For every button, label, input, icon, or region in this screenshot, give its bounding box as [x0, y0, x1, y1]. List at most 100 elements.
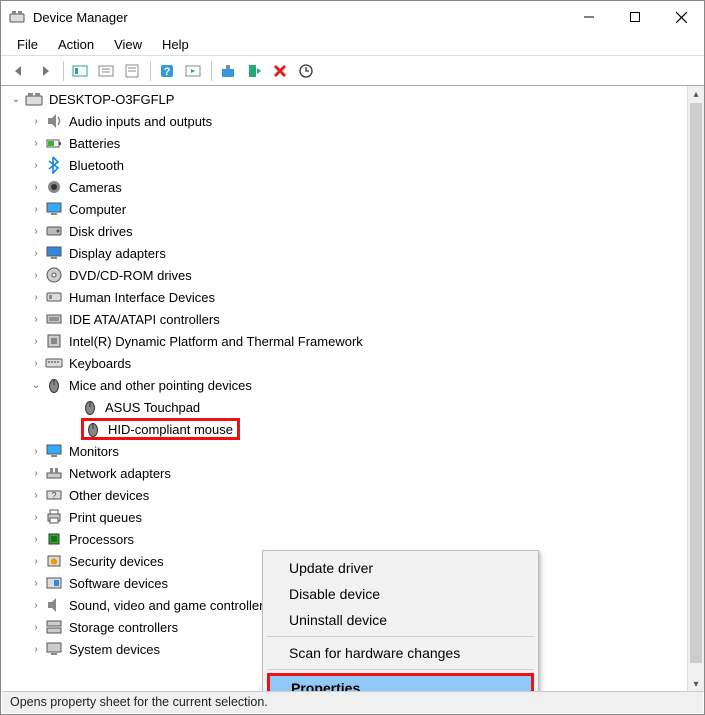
ctx-scan-hardware[interactable]: Scan for hardware changes: [265, 640, 536, 666]
tree-root-label: DESKTOP-O3FGFLP: [49, 92, 174, 107]
tree-item-label: Network adapters: [69, 466, 171, 481]
network-icon: [45, 464, 63, 482]
tree-category[interactable]: ›Audio inputs and outputs: [1, 110, 687, 132]
chevron-right-icon[interactable]: ›: [29, 444, 43, 458]
close-button[interactable]: [658, 1, 704, 33]
scan-button[interactable]: [94, 59, 118, 83]
tree-category[interactable]: ›Bluetooth: [1, 154, 687, 176]
ctx-uninstall-device[interactable]: Uninstall device: [265, 607, 536, 633]
tree-item-label: System devices: [69, 642, 160, 657]
chevron-right-icon[interactable]: ›: [29, 334, 43, 348]
chevron-right-icon[interactable]: ›: [29, 576, 43, 590]
properties-button[interactable]: [120, 59, 144, 83]
chevron-right-icon[interactable]: ›: [29, 356, 43, 370]
chevron-right-icon[interactable]: ›: [29, 642, 43, 656]
tree-root[interactable]: ⌄ DESKTOP-O3FGFLP: [1, 88, 687, 110]
scroll-thumb[interactable]: [690, 103, 702, 663]
back-button[interactable]: [7, 59, 31, 83]
forward-button[interactable]: [33, 59, 57, 83]
window-controls: [566, 1, 704, 33]
chevron-right-icon[interactable]: ›: [29, 180, 43, 194]
keyboard-icon: [45, 354, 63, 372]
chevron-right-icon[interactable]: ›: [29, 598, 43, 612]
chevron-right-icon[interactable]: ›: [29, 246, 43, 260]
menu-help[interactable]: Help: [152, 35, 199, 54]
scroll-track[interactable]: [688, 103, 704, 676]
menu-action[interactable]: Action: [48, 35, 104, 54]
show-hidden-button[interactable]: [68, 59, 92, 83]
tree-category[interactable]: ›DVD/CD-ROM drives: [1, 264, 687, 286]
tree-category[interactable]: ›Disk drives: [1, 220, 687, 242]
highlight-box: HID-compliant mouse: [81, 418, 240, 440]
ctx-separator: [267, 669, 534, 670]
toolbar-separator: [211, 61, 212, 81]
storage-icon: [45, 618, 63, 636]
tree-device-hid-mouse[interactable]: › HID-compliant mouse: [1, 418, 687, 440]
menu-view[interactable]: View: [104, 35, 152, 54]
tree-item-label: Monitors: [69, 444, 119, 459]
chevron-right-icon[interactable]: ›: [29, 114, 43, 128]
update-driver-button[interactable]: [181, 59, 205, 83]
titlebar: Device Manager: [1, 1, 704, 33]
tree-category[interactable]: › Network adapters: [1, 462, 687, 484]
ctx-disable-device[interactable]: Disable device: [265, 581, 536, 607]
help-button[interactable]: ?: [155, 59, 179, 83]
software-icon: [45, 574, 63, 592]
tree-category[interactable]: ›Human Interface Devices: [1, 286, 687, 308]
tree-category[interactable]: ›Intel(R) Dynamic Platform and Thermal F…: [1, 330, 687, 352]
chevron-right-icon[interactable]: ›: [29, 488, 43, 502]
chevron-right-icon[interactable]: ›: [29, 224, 43, 238]
tree-item-label: ASUS Touchpad: [105, 400, 200, 415]
tree-category-mice[interactable]: ⌄Mice and other pointing devices: [1, 374, 687, 396]
hid-icon: [45, 288, 63, 306]
thermal-icon: [45, 332, 63, 350]
tree-category[interactable]: ›Batteries: [1, 132, 687, 154]
vertical-scrollbar[interactable]: ▴ ▾: [687, 86, 704, 693]
scroll-up-icon[interactable]: ▴: [688, 86, 704, 103]
monitor-icon: [45, 442, 63, 460]
enable-button[interactable]: [216, 59, 240, 83]
svg-text:?: ?: [51, 491, 56, 501]
app-icon: [9, 9, 25, 25]
tree-item-label: Sound, video and game controllers: [69, 598, 270, 613]
tree-item-label: Print queues: [69, 510, 142, 525]
tree-category[interactable]: › Monitors: [1, 440, 687, 462]
tree-item-label: HID-compliant mouse: [108, 422, 233, 437]
chevron-right-icon[interactable]: ›: [29, 136, 43, 150]
chevron-right-icon[interactable]: ›: [29, 510, 43, 524]
tree-category[interactable]: ›?Other devices: [1, 484, 687, 506]
ctx-update-driver[interactable]: Update driver: [265, 555, 536, 581]
chevron-right-icon[interactable]: ›: [29, 532, 43, 546]
chevron-right-icon[interactable]: ›: [29, 268, 43, 282]
tree-item-label: Display adapters: [69, 246, 166, 261]
maximize-button[interactable]: [612, 1, 658, 33]
add-hardware-button[interactable]: [242, 59, 266, 83]
tree-category[interactable]: ›Cameras: [1, 176, 687, 198]
uninstall-button[interactable]: [268, 59, 292, 83]
chevron-down-icon[interactable]: ⌄: [9, 92, 23, 106]
tree-category[interactable]: ›Processors: [1, 528, 687, 550]
system-icon: [45, 640, 63, 658]
mouse-icon: [81, 398, 99, 416]
tree-category[interactable]: › Print queues: [1, 506, 687, 528]
chevron-right-icon[interactable]: ›: [29, 620, 43, 634]
tree-item-label: Storage controllers: [69, 620, 178, 635]
tree-device-asus-touchpad[interactable]: ›ASUS Touchpad: [1, 396, 687, 418]
battery-icon: [45, 134, 63, 152]
chevron-right-icon[interactable]: ›: [29, 158, 43, 172]
chevron-right-icon[interactable]: ›: [29, 290, 43, 304]
chevron-right-icon[interactable]: ›: [29, 202, 43, 216]
tree-category[interactable]: ›Keyboards: [1, 352, 687, 374]
chevron-right-icon[interactable]: ›: [29, 466, 43, 480]
minimize-button[interactable]: [566, 1, 612, 33]
monitor-icon: [45, 200, 63, 218]
menu-file[interactable]: File: [7, 35, 48, 54]
scan-hardware-button[interactable]: [294, 59, 318, 83]
tree-category[interactable]: › Display adapters: [1, 242, 687, 264]
chevron-right-icon[interactable]: ›: [29, 312, 43, 326]
tree-category[interactable]: ›IDE ATA/ATAPI controllers: [1, 308, 687, 330]
tree-category[interactable]: ›Computer: [1, 198, 687, 220]
chevron-down-icon[interactable]: ⌄: [29, 378, 43, 392]
chevron-right-icon[interactable]: ›: [29, 554, 43, 568]
ctx-properties[interactable]: Properties: [267, 673, 534, 693]
